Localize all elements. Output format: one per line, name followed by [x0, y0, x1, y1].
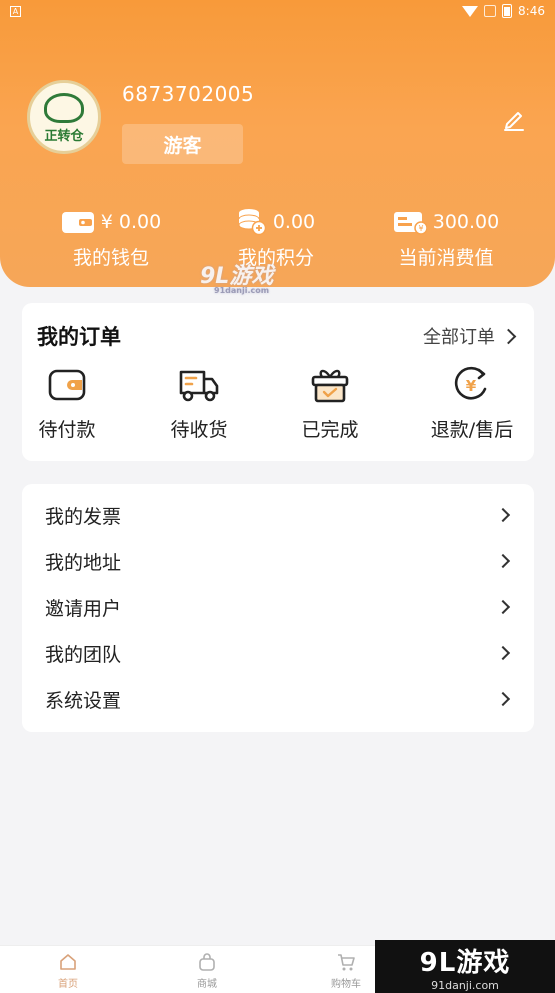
all-orders-link[interactable]: 全部订单 [423, 323, 517, 349]
tab-shop-label: 商城 [197, 979, 217, 990]
menu-invoices[interactable]: 我的发票 [22, 492, 534, 538]
stat-consumption[interactable]: ¥ 300.00 当前消费值 [366, 205, 526, 270]
status-bar: A 8:46 [0, 0, 555, 22]
order-pending-receipt-label: 待收货 [170, 419, 228, 441]
watermark-url: 91danji.com [431, 978, 499, 992]
tab-cart[interactable]: 购物车 [316, 952, 376, 990]
watermark-center: 9L游戏 91danji.com [200, 258, 273, 295]
menu-addresses[interactable]: 我的地址 [22, 538, 534, 584]
order-refund[interactable]: ¥ 退款/售后 [412, 365, 532, 442]
menu-addresses-label: 我的地址 [45, 551, 122, 574]
chevron-right-icon [495, 599, 511, 615]
tab-cart-label: 购物车 [331, 979, 361, 990]
gift-icon [311, 369, 349, 403]
points-value: 0.00 [272, 211, 316, 233]
chevron-right-icon [495, 553, 511, 569]
menu-system-settings[interactable]: 系统设置 [22, 676, 534, 722]
coins-icon [238, 209, 267, 236]
order-refund-label: 退款/售后 [430, 419, 514, 441]
wallet-label: 我的钱包 [72, 247, 149, 269]
orders-title: 我的订单 [37, 325, 121, 349]
svg-text:¥: ¥ [418, 224, 423, 233]
menu-system-settings-label: 系统设置 [45, 689, 122, 712]
wallet-icon [48, 369, 86, 401]
chevron-right-icon [495, 645, 511, 661]
wifi-icon [462, 5, 479, 17]
chevron-right-icon [500, 328, 517, 344]
menu-invite-users-label: 邀请用户 [45, 597, 122, 620]
battery-icon [502, 4, 513, 18]
menu-invite-users[interactable]: 邀请用户 [22, 584, 534, 630]
order-completed-label: 已完成 [301, 419, 359, 441]
avatar-logo-text: 正转仓 [44, 128, 84, 144]
edit-icon[interactable] [501, 106, 527, 132]
role-badge[interactable]: 游客 [122, 124, 243, 164]
stat-wallet[interactable]: ¥ 0.00 我的钱包 [31, 205, 191, 270]
home-icon [60, 954, 76, 970]
order-pending-payment[interactable]: 待付款 [7, 365, 127, 442]
refund-icon: ¥ [454, 366, 487, 400]
truck-icon [179, 370, 219, 402]
chevron-right-icon [495, 507, 511, 523]
order-pending-receipt[interactable]: 待收货 [139, 365, 259, 442]
watermark-center-url: 91danji.com [214, 286, 270, 295]
menu-my-team[interactable]: 我的团队 [22, 630, 534, 676]
settings-menu-card: 我的发票 我的地址 邀请用户 我的团队 系统设置 [22, 484, 534, 732]
wallet-value: ¥ 0.00 [100, 211, 162, 233]
chevron-right-icon [495, 691, 511, 707]
menu-invoices-label: 我的发票 [45, 505, 122, 528]
bag-icon [199, 953, 215, 971]
card-icon: ¥ [393, 212, 427, 235]
watermark-corner: 9L游戏 91danji.com [375, 940, 555, 993]
tab-shop[interactable]: 商城 [177, 952, 237, 990]
order-pending-payment-label: 待付款 [38, 419, 96, 441]
consumption-value: 300.00 [432, 211, 500, 233]
orders-card: 我的订单 全部订单 待付款 待收货 已完成 ¥ 退款/售后 [22, 303, 534, 461]
watermark-brand: 9L游戏 [419, 947, 511, 978]
wallet-icon [61, 212, 94, 233]
order-completed[interactable]: 已完成 [270, 365, 390, 442]
svg-text:¥: ¥ [466, 377, 477, 395]
cart-icon [338, 954, 355, 971]
tab-home[interactable]: 首页 [38, 952, 98, 990]
notification-indicator: A [10, 5, 21, 17]
menu-my-team-label: 我的团队 [45, 643, 122, 666]
user-id: 6873702005 [122, 82, 255, 106]
all-orders-label: 全部订单 [423, 327, 495, 348]
consumption-label: 当前消费值 [398, 247, 494, 269]
tab-home-label: 首页 [58, 979, 78, 990]
signal-icon [484, 5, 497, 17]
clock: 8:46 [518, 4, 545, 18]
logo-mark-icon [44, 92, 84, 123]
avatar[interactable]: 正转仓 [27, 80, 101, 154]
